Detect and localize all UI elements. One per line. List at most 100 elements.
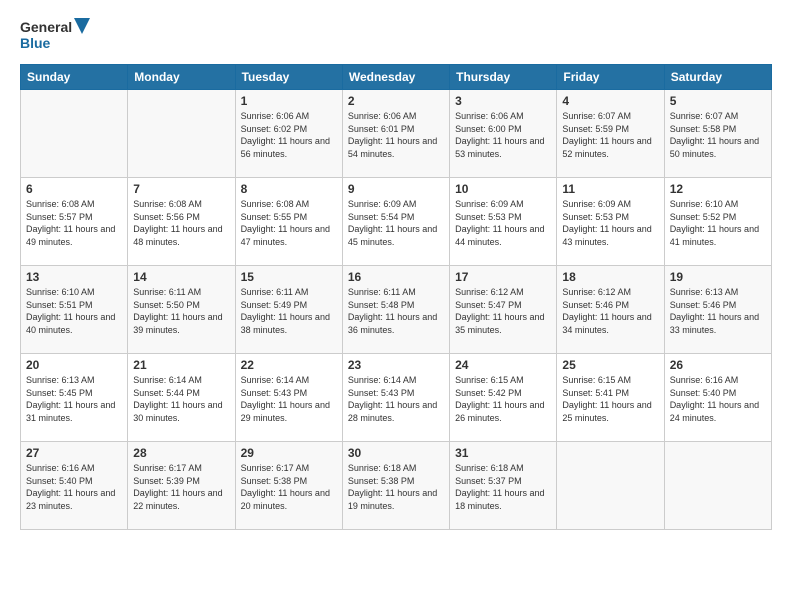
day-number: 26	[670, 358, 766, 372]
day-number: 9	[348, 182, 444, 196]
cell-info: Sunrise: 6:06 AM Sunset: 6:00 PM Dayligh…	[455, 110, 551, 160]
calendar-cell: 5 Sunrise: 6:07 AM Sunset: 5:58 PM Daylig…	[664, 90, 771, 178]
header-row: SundayMondayTuesdayWednesdayThursdayFrid…	[21, 65, 772, 90]
cell-info: Sunrise: 6:15 AM Sunset: 5:41 PM Dayligh…	[562, 374, 658, 424]
calendar-cell: 15Sunrise: 6:11 AM Sunset: 5:49 PM Dayli…	[235, 266, 342, 354]
calendar-row: 27Sunrise: 6:16 AM Sunset: 5:40 PM Dayli…	[21, 442, 772, 530]
cell-info: Sunrise: 6:17 AM Sunset: 5:38 PM Dayligh…	[241, 462, 337, 512]
calendar-row: 6Sunrise: 6:08 AM Sunset: 5:57 PM Daylig…	[21, 178, 772, 266]
calendar-cell: 29 Sunrise: 6:17 AM Sunset: 5:38 PM Dayli…	[235, 442, 342, 530]
calendar-cell	[664, 442, 771, 530]
calendar-cell: 2 Sunrise: 6:06 AM Sunset: 6:01 PM Daylig…	[342, 90, 449, 178]
calendar-cell: 7 Sunrise: 6:08 AM Sunset: 5:56 PM Daylig…	[128, 178, 235, 266]
calendar-cell: 28Sunrise: 6:17 AM Sunset: 5:39 PM Dayli…	[128, 442, 235, 530]
day-number: 3	[455, 94, 551, 108]
day-number: 27	[26, 446, 122, 460]
day-number: 12	[670, 182, 766, 196]
cell-info: Sunrise: 6:13 AM Sunset: 5:46 PM Dayligh…	[670, 286, 766, 336]
weekday-header: Sunday	[21, 65, 128, 90]
cell-info: Sunrise: 6:16 AM Sunset: 5:40 PM Dayligh…	[670, 374, 766, 424]
day-number: 2	[348, 94, 444, 108]
cell-info: Sunrise: 6:06 AM Sunset: 6:01 PM Dayligh…	[348, 110, 444, 160]
cell-info: Sunrise: 6:15 AM Sunset: 5:42 PM Dayligh…	[455, 374, 551, 424]
cell-info: Sunrise: 6:11 AM Sunset: 5:48 PM Dayligh…	[348, 286, 444, 336]
day-number: 1	[241, 94, 337, 108]
day-number: 10	[455, 182, 551, 196]
calendar-cell: 19 Sunrise: 6:13 AM Sunset: 5:46 PM Dayli…	[664, 266, 771, 354]
day-number: 11	[562, 182, 658, 196]
svg-text:Blue: Blue	[20, 35, 51, 51]
calendar-cell	[557, 442, 664, 530]
calendar-cell: 20 Sunrise: 6:13 AM Sunset: 5:45 PM Dayli…	[21, 354, 128, 442]
calendar-cell: 21 Sunrise: 6:14 AM Sunset: 5:44 PM Dayli…	[128, 354, 235, 442]
calendar-cell: 18 Sunrise: 6:12 AM Sunset: 5:46 PM Dayli…	[557, 266, 664, 354]
header: GeneralBlue	[20, 16, 772, 54]
cell-info: Sunrise: 6:09 AM Sunset: 5:53 PM Dayligh…	[455, 198, 551, 248]
day-number: 20	[26, 358, 122, 372]
cell-info: Sunrise: 6:07 AM Sunset: 5:58 PM Dayligh…	[670, 110, 766, 160]
calendar-row: 1 Sunrise: 6:06 AM Sunset: 6:02 PM Daylig…	[21, 90, 772, 178]
cell-info: Sunrise: 6:12 AM Sunset: 5:47 PM Dayligh…	[455, 286, 551, 336]
cell-info: Sunrise: 6:07 AM Sunset: 5:59 PM Dayligh…	[562, 110, 658, 160]
cell-info: Sunrise: 6:10 AM Sunset: 5:51 PM Dayligh…	[26, 286, 122, 336]
day-number: 29	[241, 446, 337, 460]
calendar-cell: 12 Sunrise: 6:10 AM Sunset: 5:52 PM Dayli…	[664, 178, 771, 266]
cell-info: Sunrise: 6:14 AM Sunset: 5:43 PM Dayligh…	[348, 374, 444, 424]
calendar-cell: 25Sunrise: 6:15 AM Sunset: 5:41 PM Dayli…	[557, 354, 664, 442]
cell-info: Sunrise: 6:13 AM Sunset: 5:45 PM Dayligh…	[26, 374, 122, 424]
calendar-cell: 14 Sunrise: 6:11 AM Sunset: 5:50 PM Dayli…	[128, 266, 235, 354]
day-number: 22	[241, 358, 337, 372]
day-number: 31	[455, 446, 551, 460]
cell-info: Sunrise: 6:06 AM Sunset: 6:02 PM Dayligh…	[241, 110, 337, 160]
cell-info: Sunrise: 6:11 AM Sunset: 5:50 PM Dayligh…	[133, 286, 229, 336]
day-number: 17	[455, 270, 551, 284]
calendar-cell: 6Sunrise: 6:08 AM Sunset: 5:57 PM Daylig…	[21, 178, 128, 266]
day-number: 24	[455, 358, 551, 372]
day-number: 8	[241, 182, 337, 196]
calendar-cell: 13 Sunrise: 6:10 AM Sunset: 5:51 PM Dayli…	[21, 266, 128, 354]
calendar-cell: 3 Sunrise: 6:06 AM Sunset: 6:00 PM Daylig…	[450, 90, 557, 178]
weekday-header: Wednesday	[342, 65, 449, 90]
calendar-cell: 22Sunrise: 6:14 AM Sunset: 5:43 PM Dayli…	[235, 354, 342, 442]
logo-svg: GeneralBlue	[20, 16, 90, 54]
cell-info: Sunrise: 6:11 AM Sunset: 5:49 PM Dayligh…	[241, 286, 337, 336]
cell-info: Sunrise: 6:12 AM Sunset: 5:46 PM Dayligh…	[562, 286, 658, 336]
weekday-header: Saturday	[664, 65, 771, 90]
weekday-header: Tuesday	[235, 65, 342, 90]
cell-info: Sunrise: 6:18 AM Sunset: 5:38 PM Dayligh…	[348, 462, 444, 512]
day-number: 13	[26, 270, 122, 284]
calendar-row: 13 Sunrise: 6:10 AM Sunset: 5:51 PM Dayli…	[21, 266, 772, 354]
calendar-cell: 24 Sunrise: 6:15 AM Sunset: 5:42 PM Dayli…	[450, 354, 557, 442]
day-number: 14	[133, 270, 229, 284]
logo: GeneralBlue	[20, 16, 90, 54]
day-number: 16	[348, 270, 444, 284]
calendar-row: 20 Sunrise: 6:13 AM Sunset: 5:45 PM Dayli…	[21, 354, 772, 442]
cell-info: Sunrise: 6:08 AM Sunset: 5:55 PM Dayligh…	[241, 198, 337, 248]
weekday-header: Monday	[128, 65, 235, 90]
calendar-cell: 31 Sunrise: 6:18 AM Sunset: 5:37 PM Dayli…	[450, 442, 557, 530]
day-number: 5	[670, 94, 766, 108]
cell-info: Sunrise: 6:17 AM Sunset: 5:39 PM Dayligh…	[133, 462, 229, 512]
calendar-cell: 8 Sunrise: 6:08 AM Sunset: 5:55 PM Daylig…	[235, 178, 342, 266]
calendar-cell: 23 Sunrise: 6:14 AM Sunset: 5:43 PM Dayli…	[342, 354, 449, 442]
calendar-cell	[128, 90, 235, 178]
day-number: 18	[562, 270, 658, 284]
svg-text:General: General	[20, 19, 72, 35]
calendar-cell: 9 Sunrise: 6:09 AM Sunset: 5:54 PM Daylig…	[342, 178, 449, 266]
day-number: 19	[670, 270, 766, 284]
day-number: 6	[26, 182, 122, 196]
cell-info: Sunrise: 6:08 AM Sunset: 5:56 PM Dayligh…	[133, 198, 229, 248]
cell-info: Sunrise: 6:14 AM Sunset: 5:44 PM Dayligh…	[133, 374, 229, 424]
day-number: 23	[348, 358, 444, 372]
day-number: 7	[133, 182, 229, 196]
cell-info: Sunrise: 6:09 AM Sunset: 5:54 PM Dayligh…	[348, 198, 444, 248]
weekday-header: Thursday	[450, 65, 557, 90]
cell-info: Sunrise: 6:10 AM Sunset: 5:52 PM Dayligh…	[670, 198, 766, 248]
cell-info: Sunrise: 6:18 AM Sunset: 5:37 PM Dayligh…	[455, 462, 551, 512]
calendar-cell: 1 Sunrise: 6:06 AM Sunset: 6:02 PM Daylig…	[235, 90, 342, 178]
day-number: 21	[133, 358, 229, 372]
calendar-cell	[21, 90, 128, 178]
calendar-cell: 26 Sunrise: 6:16 AM Sunset: 5:40 PM Dayli…	[664, 354, 771, 442]
calendar-table: SundayMondayTuesdayWednesdayThursdayFrid…	[20, 64, 772, 530]
page: GeneralBlue SundayMondayTuesdayWednesday…	[0, 0, 792, 612]
